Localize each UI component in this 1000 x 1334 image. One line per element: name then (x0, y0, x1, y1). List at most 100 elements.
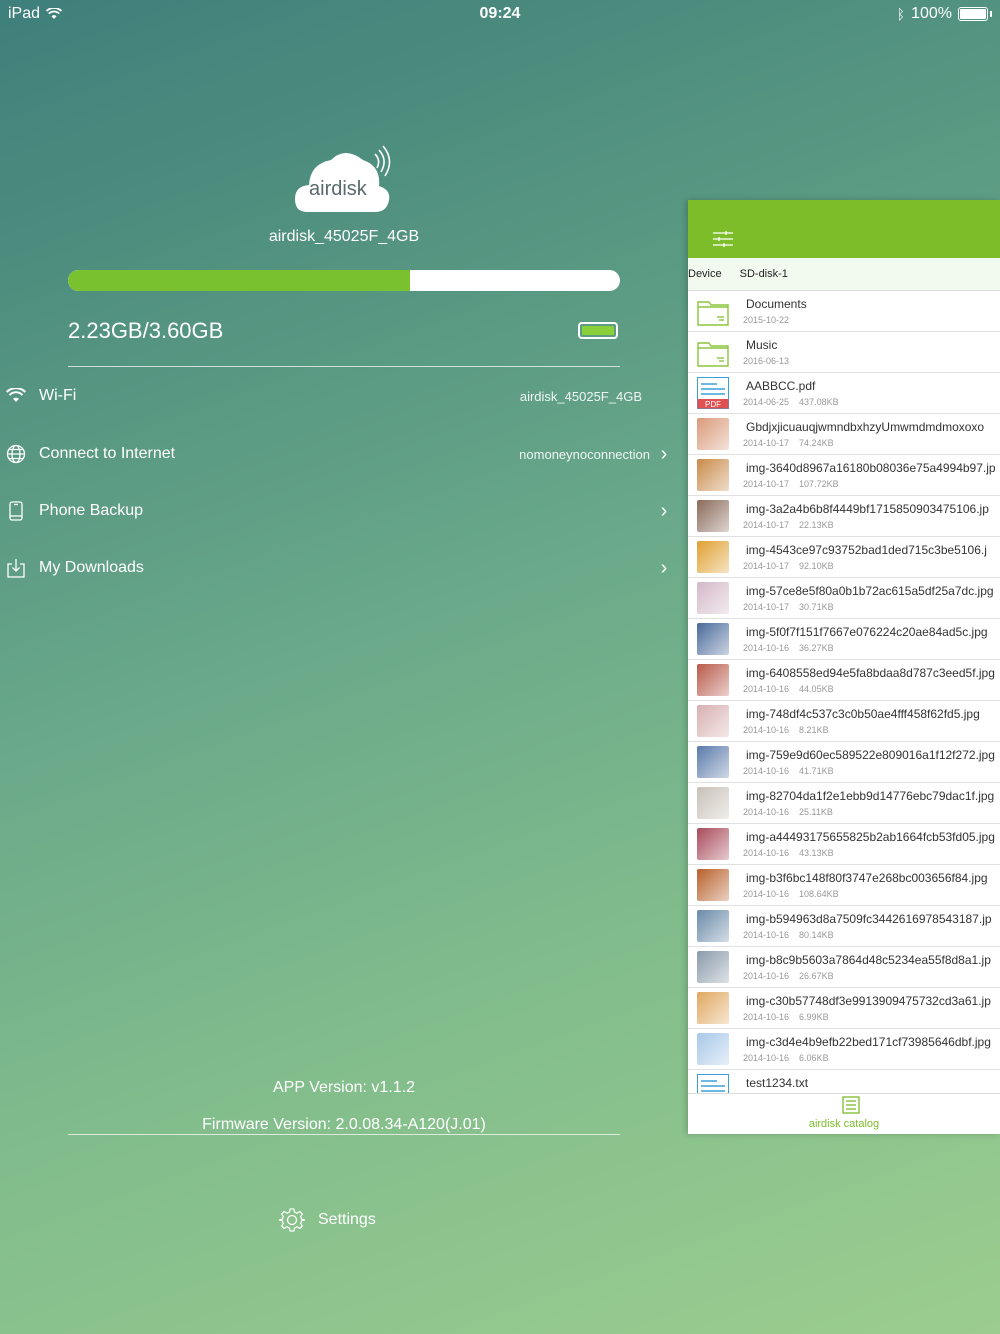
menu-connect-internet-value: nomoneynoconnection (519, 446, 650, 462)
file-row[interactable]: img-3640d8967a16180b08036e75a4994b97.jp 2… (688, 455, 1000, 496)
file-row[interactable]: img-6408558ed94e5fa8bdaa8d787c3eed5f.jpg… (688, 660, 1000, 701)
storage-progress-fill (68, 270, 411, 291)
file-meta: 2014-10-16 6.99KB (743, 1012, 829, 1022)
menu-connect-internet[interactable]: Connect to Internet nomoneynoconnection … (0, 434, 670, 474)
file-size: 44.05KB (799, 684, 834, 694)
file-date: 2016-06-13 (743, 356, 790, 366)
file-name: img-b3f6bc148f80f3747e268bc003656f84.jpg (746, 871, 988, 885)
file-name: img-82704da1f2e1ebb9d14776ebc79dac1f.jpg (746, 789, 995, 803)
file-date: 2015-10-22 (743, 315, 790, 325)
file-size: 6.06KB (799, 1053, 829, 1063)
file-date: 2014-10-16 (743, 889, 790, 899)
airdisk-catalog-tab[interactable]: airdisk catalog (688, 1093, 1000, 1134)
file-row[interactable]: img-748df4c537c3c0b50ae4fff458f62fd5.jpg… (688, 701, 1000, 742)
file-meta: 2014-10-16 8.21KB (743, 725, 829, 735)
battery-icon (958, 7, 988, 21)
file-size: 8.21KB (799, 725, 829, 735)
folder-icon (697, 295, 729, 327)
file-date: 2014-06-25 (743, 397, 790, 407)
panel-header (688, 200, 1000, 258)
file-meta: 2014-10-16 41.71KB (743, 766, 834, 776)
menu-phone-backup-label: Phone Backup (39, 502, 144, 519)
file-name: img-b594963d8a7509fc3442616978543187.jp (746, 912, 992, 926)
file-name: AABBCC.pdf (746, 379, 816, 393)
file-name: img-4543ce97c93752bad1ded715c3be5106.j (746, 543, 987, 557)
file-name: img-a44493175655825b2ab1664fcb53fd05.jpg (746, 830, 995, 844)
file-meta: 2014-10-16 25.11KB (743, 807, 833, 817)
file-size: 41.71KB (799, 766, 834, 776)
chevron-right-icon: › (660, 556, 668, 579)
file-size: 22.13KB (799, 520, 834, 530)
file-meta: 2016-06-13 (743, 356, 789, 366)
file-row[interactable]: img-a44493175655825b2ab1664fcb53fd05.jpg… (688, 824, 1000, 865)
file-meta: 2014-10-16 80.14KB (743, 930, 834, 940)
bluetooth-icon: ᛒ (896, 6, 906, 22)
file-meta: 2014-10-16 108.64KB (743, 889, 839, 899)
menu-phone-backup[interactable]: Phone Backup › (0, 491, 670, 531)
file-size: 92.10KB (799, 561, 834, 571)
file-row[interactable]: PDF AABBCC.pdf 2014-06-25 437.08KB (688, 373, 1000, 414)
image-thumbnail (697, 623, 729, 655)
clock: 09:24 (479, 5, 521, 22)
image-thumbnail (697, 459, 729, 491)
file-row[interactable]: img-5f0f7f151f7667e076224c20ae84ad5c.jpg… (688, 619, 1000, 660)
catalog-label: airdisk catalog (808, 1118, 880, 1130)
file-date: 2014-10-16 (743, 848, 790, 858)
file-date: 2014-10-16 (743, 807, 790, 817)
file-row[interactable]: img-57ce8e5f80a0b1b72ac615a5df25a7dc.jpg… (688, 578, 1000, 619)
file-date: 2014-10-17 (743, 479, 790, 489)
file-meta: 2014-10-16 36.27KB (743, 643, 834, 653)
image-thumbnail (697, 705, 729, 737)
menu-my-downloads[interactable]: My Downloads › (0, 548, 670, 588)
file-name: img-759e9d60ec589522e809016a1f12f272.jpg (746, 748, 995, 762)
file-date: 2014-10-16 (743, 971, 790, 981)
menu-wifi-label: Wi-Fi (39, 387, 77, 404)
svg-text:PDF: PDF (705, 400, 721, 409)
file-row[interactable]: img-b3f6bc148f80f3747e268bc003656f84.jpg… (688, 865, 1000, 906)
file-row[interactable]: img-82704da1f2e1ebb9d14776ebc79dac1f.jpg… (688, 783, 1000, 824)
firmware-version: Firmware Version: 2.0.08.34-A120(J.01) (202, 1116, 486, 1133)
file-size: 25.11KB (799, 807, 833, 817)
file-row[interactable]: Gbdjxjicuauqjwmndbxhzy​Umwmdmdmoxoxo 2014… (688, 414, 1000, 455)
filter-menu-icon[interactable] (712, 230, 734, 248)
image-thumbnail (697, 1033, 729, 1065)
file-list: Documents 2015-10-22 Music 2016-06-13 PDF AAB… (688, 291, 1000, 1111)
menu-my-downloads-label: My Downloads (39, 559, 144, 576)
file-date: 2014-10-16 (743, 1053, 790, 1063)
file-size: 80.14KB (799, 930, 834, 940)
file-row[interactable]: img-c30b57748df3e9913909475732cd3a61.jp 2… (688, 988, 1000, 1029)
file-date: 2014-10-17 (743, 561, 790, 571)
globe-icon (6, 444, 26, 464)
file-size: 6.99KB (799, 1012, 829, 1022)
file-row[interactable]: img-c3d4e4b9efb22bed171cf73985646dbf.jpg… (688, 1029, 1000, 1070)
file-size: 30.71KB (799, 602, 834, 612)
file-date: 2014-10-17 (743, 520, 790, 530)
file-name: test1234.txt (746, 1076, 809, 1090)
storage-usage: 2.23GB/3.60GB (68, 318, 224, 343)
divider (68, 1134, 620, 1135)
file-row[interactable]: img-3a2a4b6b8f4449bf1715850903475106.jp 2… (688, 496, 1000, 537)
breadcrumb-device[interactable]: Device (688, 268, 722, 280)
file-meta: 2015-10-22 (743, 315, 789, 325)
file-date: 2014-10-17 (743, 438, 790, 448)
file-row[interactable]: Documents 2015-10-22 (688, 291, 1000, 332)
file-row[interactable]: img-759e9d60ec589522e809016a1f12f272.jpg… (688, 742, 1000, 783)
folder-icon (697, 336, 729, 368)
file-row[interactable]: img-4543ce97c93752bad1ded715c3be5106.j 20… (688, 537, 1000, 578)
file-size: 107.72KB (799, 479, 839, 489)
image-thumbnail (697, 828, 729, 860)
file-row[interactable]: Music 2016-06-13 (688, 332, 1000, 373)
file-row[interactable]: img-b8c9b5603a7864d48c5234ea55f8d8a1.jp 2… (688, 947, 1000, 988)
breadcrumb-sd-disk[interactable]: SD-disk-1 (740, 268, 788, 280)
settings-button[interactable]: Settings (278, 1206, 376, 1234)
menu-wifi[interactable]: Wi-Fi airdisk_45025F_4GB (0, 376, 670, 416)
menu-wifi-value: airdisk_45025F_4GB (519, 388, 642, 404)
settings-label: Settings (318, 1211, 376, 1228)
file-row[interactable]: img-b594963d8a7509fc3442616978543187.jp 2… (688, 906, 1000, 947)
storage-progress-bar (68, 270, 620, 291)
chevron-right-icon: › (660, 499, 668, 522)
catalog-icon (842, 1096, 860, 1114)
file-size: 43.13KB (799, 848, 834, 858)
divider (68, 366, 620, 367)
image-thumbnail (697, 910, 729, 942)
